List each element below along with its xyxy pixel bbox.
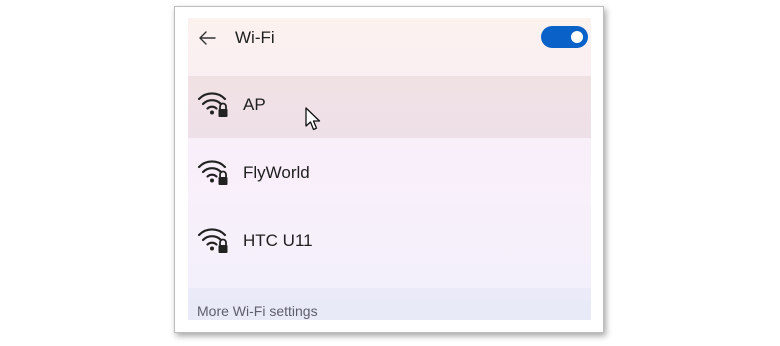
network-item-flyworld[interactable]: FlyWorld: [188, 144, 591, 206]
mouse-pointer-icon: [305, 107, 321, 131]
network-name: AP: [243, 95, 266, 114]
toggle-knob: [571, 31, 583, 43]
wifi-secured-icon: [197, 228, 228, 253]
network-list: AP FlyWorld HTC U11: [188, 76, 591, 280]
network-name: HTC U11: [243, 231, 313, 250]
back-button[interactable]: [196, 27, 218, 49]
wifi-toggle[interactable]: [541, 26, 588, 48]
network-name: FlyWorld: [243, 163, 310, 182]
wifi-secured-icon: [197, 92, 228, 117]
wifi-header: Wi-Fi: [188, 18, 591, 76]
network-item-htc-u11[interactable]: HTC U11: [188, 212, 591, 274]
wifi-secured-icon: [197, 160, 228, 185]
more-wifi-settings-link[interactable]: More Wi-Fi settings: [197, 303, 318, 319]
wifi-footer: More Wi-Fi settings: [188, 288, 591, 320]
page-title: Wi-Fi: [235, 28, 275, 47]
arrow-left-icon: [199, 31, 216, 45]
wifi-panel: Wi-Fi AP FlyWorld HTC U11 More Wi-Fi set…: [188, 18, 591, 320]
network-item-ap[interactable]: AP: [188, 76, 591, 138]
